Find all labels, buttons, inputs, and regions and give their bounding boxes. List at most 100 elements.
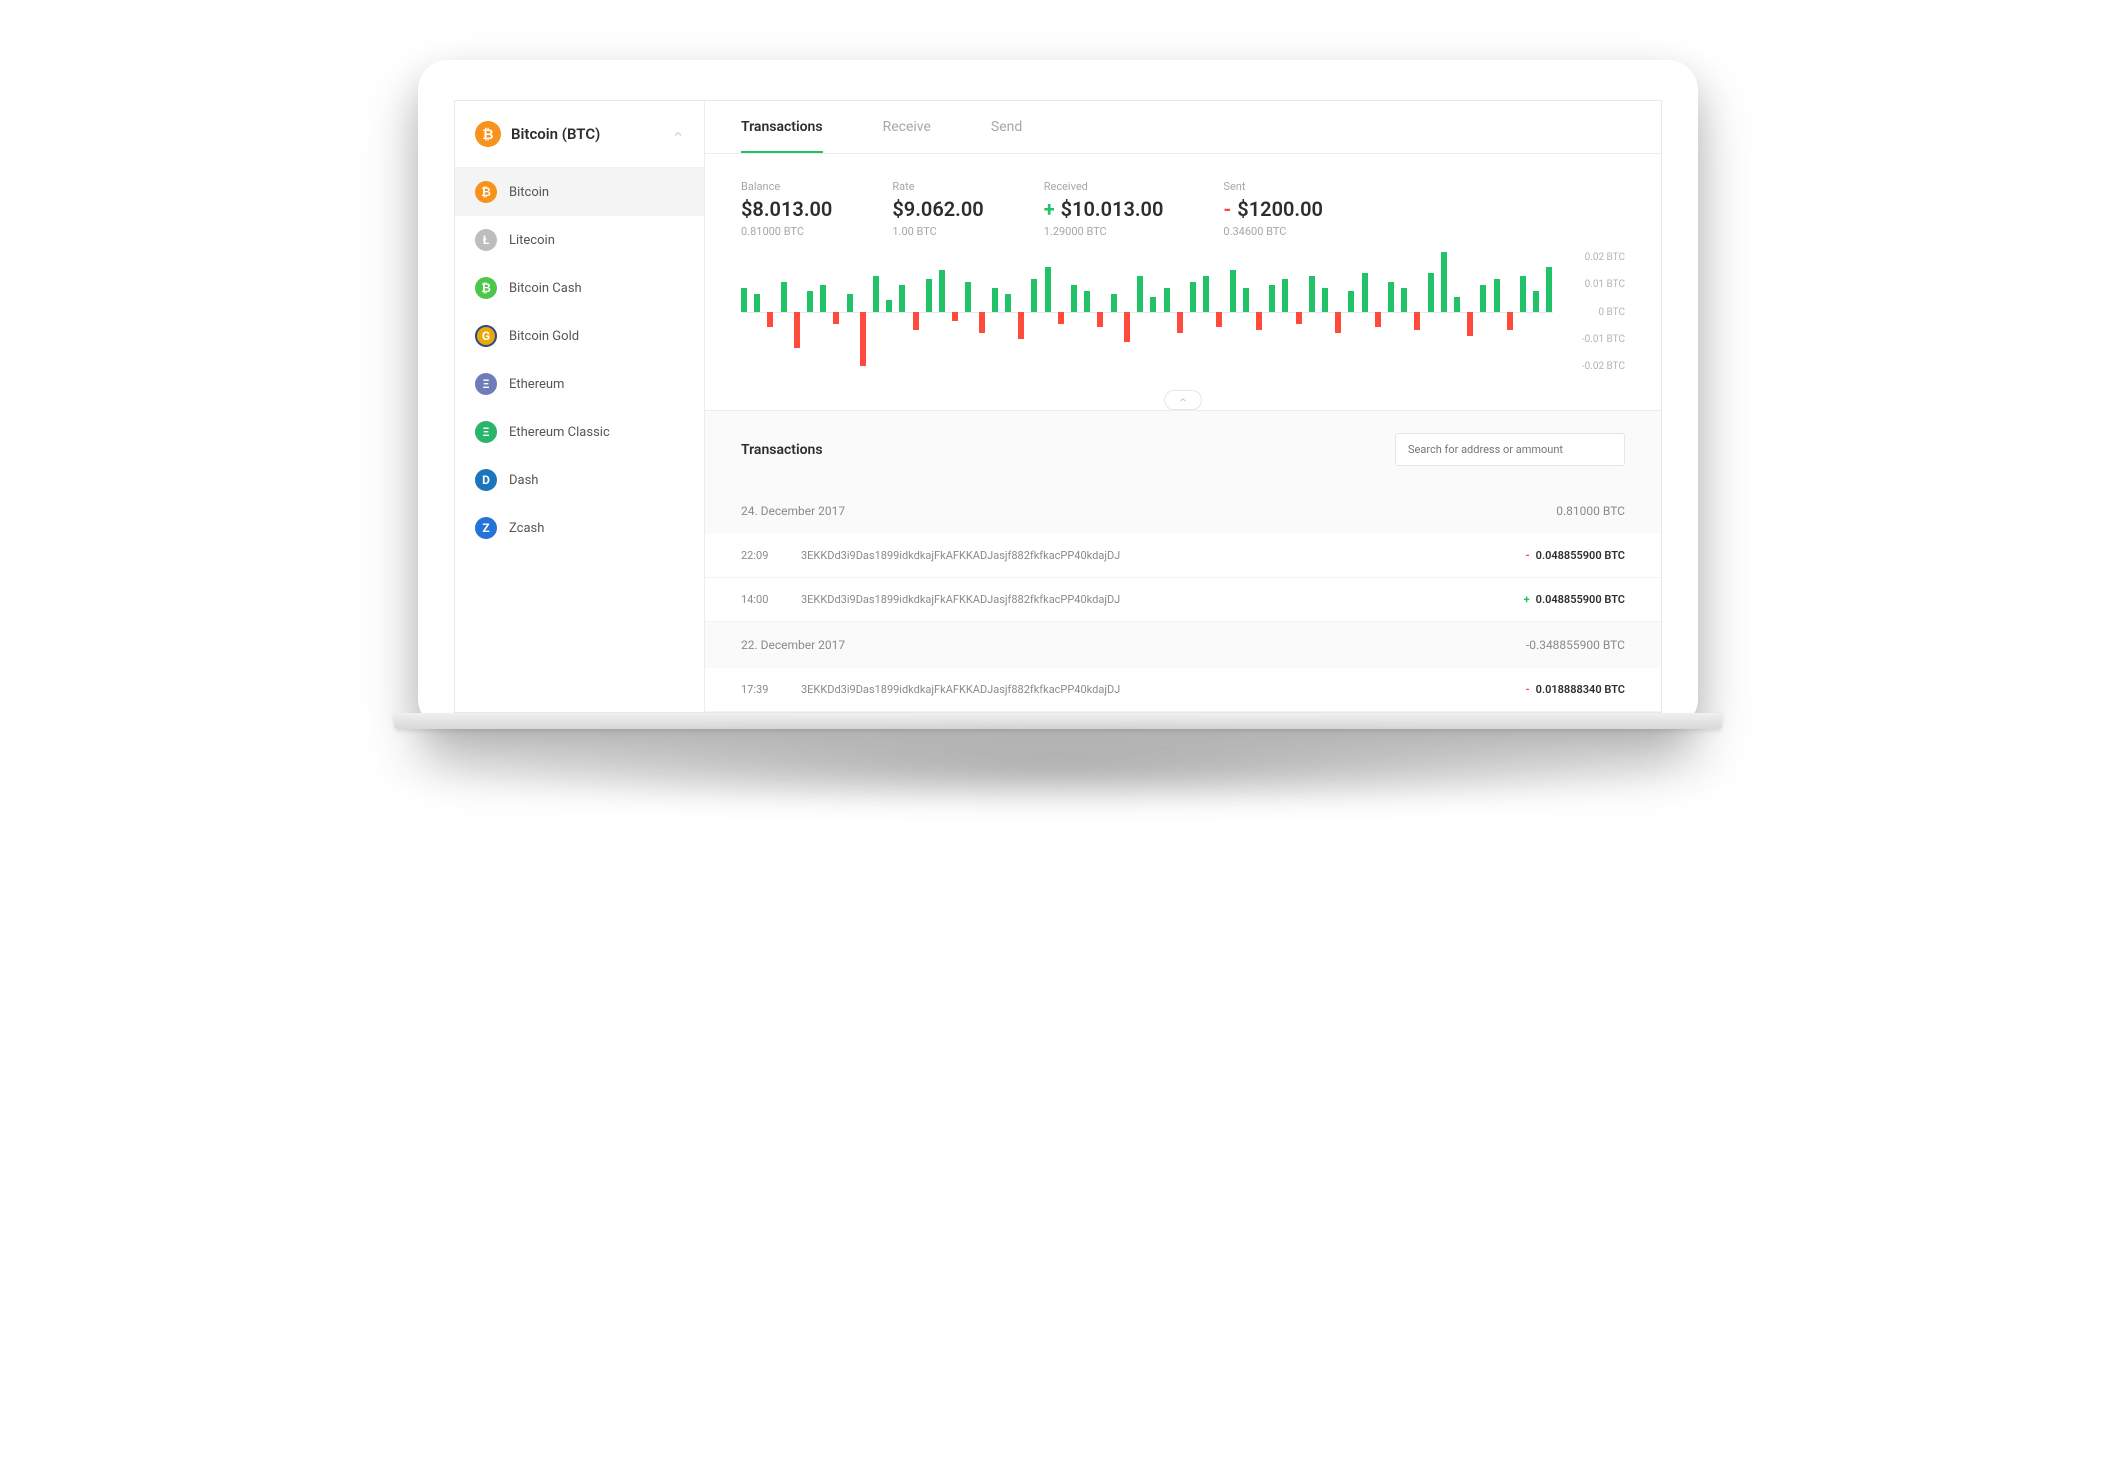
chart-bar <box>1005 252 1011 372</box>
search-input[interactable] <box>1395 433 1625 466</box>
chart-bar <box>833 252 839 372</box>
chart-bar <box>1520 252 1526 372</box>
transaction-row[interactable]: 14:003EKKDd3i9Das1899idkdkajFkAFKKADJasj… <box>705 578 1661 622</box>
chart-bar <box>1388 252 1394 372</box>
chart-bar <box>1243 252 1249 372</box>
tx-amount: - 0.048855900 BTC <box>1525 549 1625 562</box>
chart-bar <box>1084 252 1090 372</box>
tab-send[interactable]: Send <box>991 119 1022 153</box>
tab-transactions[interactable]: Transactions <box>741 119 823 153</box>
chart-bar <box>1480 252 1486 372</box>
coin-label: Zcash <box>509 521 544 536</box>
sidebar-item-bitcoin-cash[interactable]: ₿ Bitcoin Cash <box>455 264 704 312</box>
balance-chart <box>741 252 1553 372</box>
chart-bar <box>1164 252 1170 372</box>
chart-bar <box>1362 252 1368 372</box>
sidebar-item-zcash[interactable]: Z Zcash <box>455 504 704 552</box>
tx-address: 3EKKDd3i9Das1899idkdkajFkAFKKADJasjf882f… <box>801 549 1525 562</box>
transaction-group-header: 24. December 20170.81000 BTC <box>705 488 1661 534</box>
stat-value: $9.062.00 <box>892 197 983 221</box>
chart-bar <box>1309 252 1315 372</box>
chart-tick: -0.02 BTC <box>1569 361 1625 372</box>
chart-bar <box>1150 252 1156 372</box>
chart-bar <box>1137 252 1143 372</box>
chart-bar <box>1533 252 1539 372</box>
app-screen: ₿ Bitcoin (BTC) ₿BitcoinŁLitecoin ₿ Bitcoi… <box>454 100 1662 713</box>
device-shadow <box>358 729 1758 809</box>
stat-label: Received <box>1044 180 1164 193</box>
sidebar-item-dash[interactable]: DDash <box>455 456 704 504</box>
sidebar-item-ethereum[interactable]: ΞEthereum <box>455 360 704 408</box>
coin-icon: G <box>475 325 497 347</box>
chart-y-axis: 0.02 BTC 0.01 BTC 0 BTC -0.01 BTC -0.02 BTC <box>1569 252 1625 372</box>
chart-bar <box>1414 252 1420 372</box>
chart-tick: 0.02 BTC <box>1569 252 1625 263</box>
chart-bar <box>886 252 892 372</box>
coin-icon: D <box>475 469 497 491</box>
chart-bar <box>847 252 853 372</box>
transaction-group-header: 22. December 2017-0.348855900 BTC <box>705 622 1661 668</box>
chart-bar <box>1045 252 1051 372</box>
stat-balance: Balance $8.013.00 0.81000 BTC <box>741 180 832 238</box>
sidebar-selected-coin[interactable]: ₿ Bitcoin (BTC) <box>455 101 704 168</box>
chart-tick: -0.01 BTC <box>1569 334 1625 345</box>
coin-label: Ethereum <box>509 377 564 392</box>
coin-icon: ₿ <box>475 277 497 299</box>
chart-bar <box>899 252 905 372</box>
transaction-row[interactable]: 22:093EKKDd3i9Das1899idkdkajFkAFKKADJasj… <box>705 534 1661 578</box>
stat-sub: 1.29000 BTC <box>1044 225 1164 238</box>
chart-bar <box>1203 252 1209 372</box>
chart-bar <box>1256 252 1262 372</box>
chart-bar <box>1230 252 1236 372</box>
stat-label: Rate <box>892 180 983 193</box>
device-frame: ₿ Bitcoin (BTC) ₿BitcoinŁLitecoin ₿ Bitcoi… <box>418 60 1698 729</box>
chart-bar <box>741 252 747 372</box>
sidebar-item-ethereum-classic[interactable]: Ξ Ethereum Classic <box>455 408 704 456</box>
tx-address: 3EKKDd3i9Das1899idkdkajFkAFKKADJasjf882f… <box>801 593 1524 606</box>
chart-bar <box>1546 252 1552 372</box>
chart-tick: 0 BTC <box>1569 307 1625 318</box>
stat-label: Balance <box>741 180 832 193</box>
transaction-row[interactable]: 17:393EKKDd3i9Das1899idkdkajFkAFKKADJasj… <box>705 668 1661 712</box>
tx-amount: + 0.048855900 BTC <box>1524 593 1625 606</box>
sidebar-item-litecoin[interactable]: ŁLitecoin <box>455 216 704 264</box>
collapse-chart-button[interactable] <box>1164 390 1202 410</box>
chart-bar <box>1058 252 1064 372</box>
coin-icon: Ξ <box>475 421 497 443</box>
chart-tick: 0.01 BTC <box>1569 279 1625 290</box>
chart-bar <box>1190 252 1196 372</box>
chart-bar <box>926 252 932 372</box>
chart-bar <box>979 252 985 372</box>
chart-bar <box>781 252 787 372</box>
chart-bar <box>1494 252 1500 372</box>
tab-receive[interactable]: Receive <box>883 119 931 153</box>
coin-label: Ethereum Classic <box>509 425 610 440</box>
sidebar-selected-label: Bitcoin (BTC) <box>511 125 600 143</box>
transactions-section: Transactions 24. December 20170.81000 BT… <box>705 410 1661 712</box>
chart-bar <box>1322 252 1328 372</box>
group-total: 0.81000 BTC <box>1556 504 1625 518</box>
chart-bar <box>1335 252 1341 372</box>
chart-bar <box>767 252 773 372</box>
chart-bar <box>860 252 866 372</box>
minus-icon: - <box>1525 549 1529 562</box>
main-panel: Transactions Receive Send Balance $8.013.0… <box>705 101 1661 712</box>
chart-bar <box>1454 252 1460 372</box>
tab-bar: Transactions Receive Send <box>705 101 1661 154</box>
chart-bar <box>1428 252 1434 372</box>
coin-icon: Z <box>475 517 497 539</box>
sidebar-item-bitcoin-gold[interactable]: GBitcoin Gold <box>455 312 704 360</box>
chart-bar <box>754 252 760 372</box>
stat-rate: Rate $9.062.00 1.00 BTC <box>892 180 983 238</box>
chart-bar <box>794 252 800 372</box>
stat-value: -$1200.00 <box>1223 197 1323 221</box>
chart-bar <box>1124 252 1130 372</box>
stat-value: $8.013.00 <box>741 197 832 221</box>
stat-label: Sent <box>1223 180 1323 193</box>
stat-received: Received +$10.013.00 1.29000 BTC <box>1044 180 1164 238</box>
coin-label: Bitcoin Cash <box>509 281 582 296</box>
chart-bar <box>992 252 998 372</box>
group-date: 22. December 2017 <box>741 638 845 652</box>
sidebar-item-bitcoin[interactable]: ₿Bitcoin <box>455 168 704 216</box>
chart-bar <box>1177 252 1183 372</box>
